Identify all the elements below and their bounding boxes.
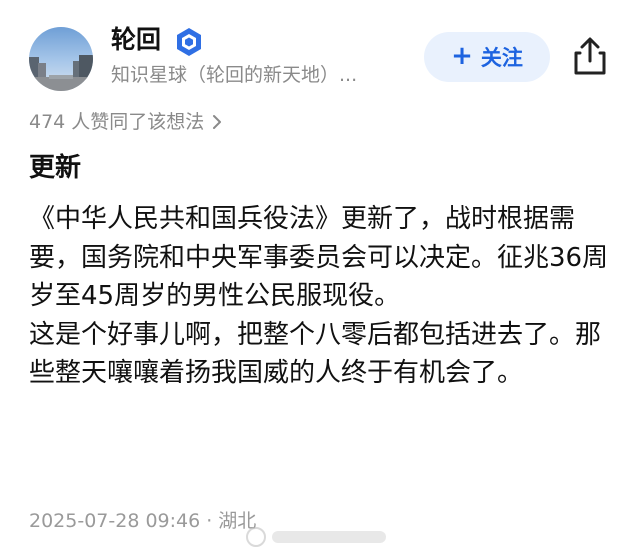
chevron-right-icon [213, 115, 222, 129]
post-paragraph: 这是个好事儿啊，把整个八零后都包括进去了。那些整天嚷嚷着扬我国威的人终于有机会了… [29, 319, 602, 389]
watermark-icon [246, 527, 266, 547]
watermark-logo [246, 525, 386, 549]
avatar[interactable] [29, 27, 93, 91]
post-title: 更新 [29, 153, 82, 183]
watermark-mark [272, 531, 386, 543]
post-timestamp: 2025-07-28 09:46 [29, 510, 201, 532]
follow-button-label: 关注 [480, 46, 523, 70]
follow-button[interactable]: + 关注 [424, 32, 550, 82]
post-meta: 2025-07-28 09:46 · 湖北 [29, 508, 256, 534]
likes-count[interactable]: 474 人赞同了该想法 [29, 108, 222, 136]
avatar-image [29, 27, 93, 91]
post-body: 《中华人民共和国兵役法》更新了，战时根据需要，国务院和中央军事委员会可以决定。征… [29, 200, 614, 393]
verified-badge-icon [177, 28, 201, 56]
post-paragraph: 《中华人民共和国兵役法》更新了，战时根据需要，国务院和中央军事委员会可以决定。征… [29, 204, 609, 311]
share-icon[interactable] [572, 36, 608, 76]
likes-text: 474 人赞同了该想法 [29, 111, 205, 133]
source-label[interactable]: 知识星球（轮回的新天地）... [111, 62, 357, 88]
post-header: 轮回 知识星球（轮回的新天地）... + 关注 [0, 0, 639, 110]
plus-icon: + [451, 41, 473, 71]
meta-separator: · [206, 510, 213, 532]
author-name[interactable]: 轮回 [111, 24, 161, 56]
